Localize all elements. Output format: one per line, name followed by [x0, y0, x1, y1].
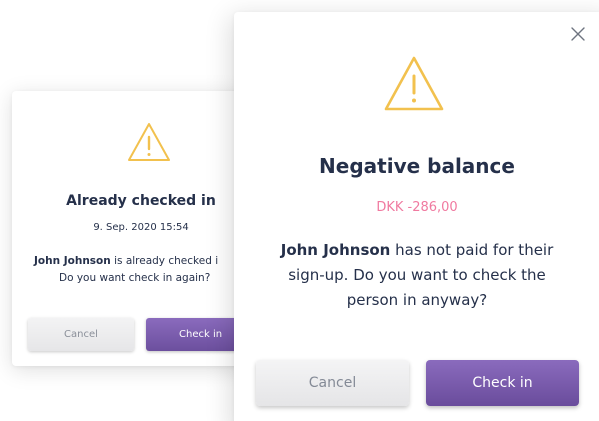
screen: Already checked in 9. Sep. 2020 15:54 Jo…: [0, 0, 599, 421]
message-question: Do you want check in again?: [59, 272, 211, 284]
message-text: is already checked i: [110, 255, 219, 267]
warning-triangle-icon: [128, 123, 170, 161]
dialog-title: Already checked in: [66, 193, 216, 209]
balance-amount: DKK -286,00: [376, 200, 458, 215]
negative-balance-dialog: Negative balance DKK -286,00 John Johnso…: [234, 12, 599, 421]
cancel-button[interactable]: Cancel: [28, 318, 134, 351]
already-checked-in-dialog: Already checked in 9. Sep. 2020 15:54 Jo…: [12, 91, 252, 366]
dialog-message: John Johnson has not paid for their sign…: [264, 238, 570, 313]
cancel-button[interactable]: Cancel: [256, 360, 409, 406]
member-name: John Johnson: [34, 255, 111, 267]
dialog-message: John Johnson is already checked i Do you…: [34, 253, 252, 287]
checkin-timestamp: 9. Sep. 2020 15:54: [93, 222, 189, 233]
close-icon[interactable]: [570, 26, 586, 42]
dialog-title: Negative balance: [319, 154, 515, 178]
check-in-button[interactable]: Check in: [426, 360, 579, 406]
warning-triangle-icon: [384, 56, 444, 111]
member-name: John Johnson: [280, 241, 391, 259]
